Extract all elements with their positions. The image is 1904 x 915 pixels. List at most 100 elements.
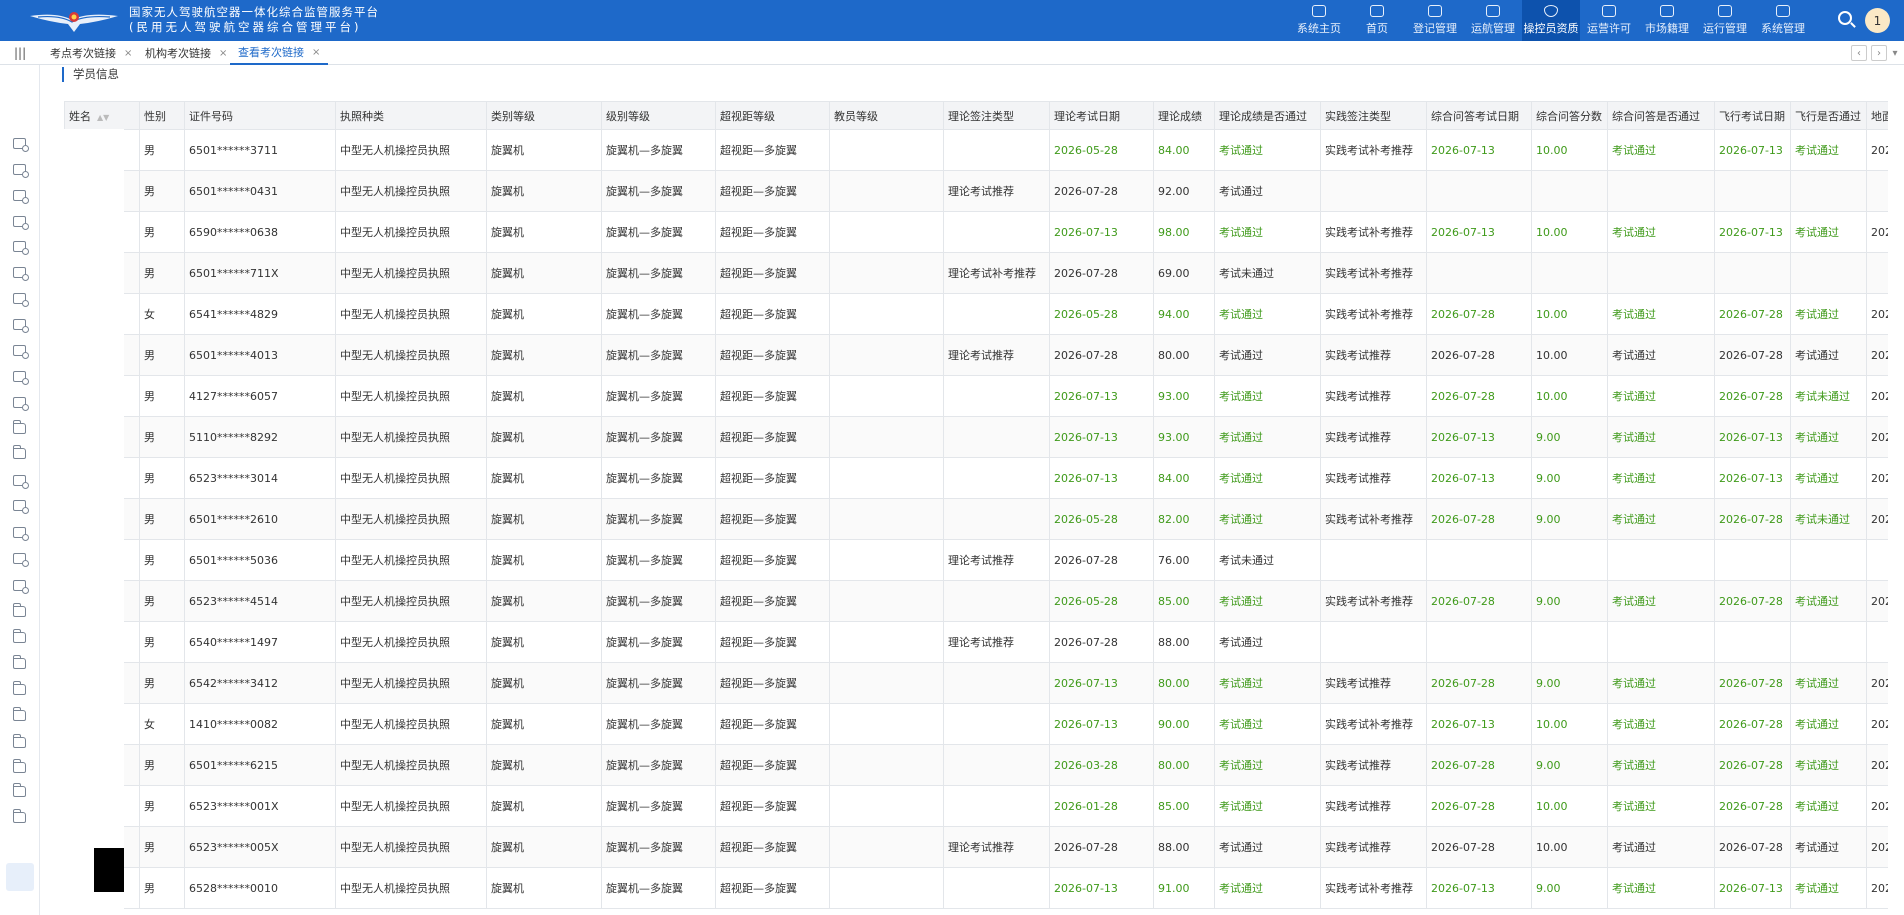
- folder-icon[interactable]: [13, 809, 26, 823]
- column-header[interactable]: 实践签注类型: [1320, 101, 1427, 130]
- tab-exam-site-link[interactable]: 考点考次链接 ×: [42, 41, 140, 65]
- folder-icon[interactable]: [13, 707, 26, 721]
- document-settings-icon[interactable]: [13, 500, 29, 514]
- nav-item-8[interactable]: 系统管理: [1754, 0, 1812, 41]
- tab-view-exam-link[interactable]: 查看考次链接 ×: [230, 41, 329, 65]
- tab-scroll-left-icon[interactable]: ‹: [1851, 45, 1867, 61]
- document-settings-icon[interactable]: [13, 475, 29, 489]
- table-cell: 2026-07-13: [1714, 867, 1791, 909]
- table-row[interactable]: 男 6523******005X 中型无人机操控员执照 旋翼机 旋翼机—多旋翼 超视距—多…: [64, 826, 1888, 868]
- tab-scroll-right-icon[interactable]: ›: [1871, 45, 1887, 61]
- table-row[interactable]: 男 6501******3711 中型无人机操控员执照 旋翼机 旋翼机—多旋翼 超视距—多…: [64, 129, 1888, 171]
- document-settings-icon[interactable]: [13, 319, 29, 333]
- table-row[interactable]: 男 5110******8292 中型无人机操控员执照 旋翼机 旋翼机—多旋翼 超视距—多…: [64, 416, 1888, 458]
- column-header[interactable]: 理论考试日期: [1049, 101, 1154, 130]
- folder-icon[interactable]: [13, 759, 26, 773]
- document-settings-icon[interactable]: [13, 164, 29, 178]
- table-row[interactable]: 男 6528******0010 中型无人机操控员执照 旋翼机 旋翼机—多旋翼 超视距—多…: [64, 867, 1888, 909]
- table-row[interactable]: 男 6501******711X 中型无人机操控员执照 旋翼机 旋翼机—多旋翼 超视距—多…: [64, 252, 1888, 294]
- column-header[interactable]: 综合问答考试日期: [1426, 101, 1532, 130]
- column-header[interactable]: 飞行是否通过: [1790, 101, 1867, 130]
- table-row[interactable]: 女 6541******4829 中型无人机操控员执照 旋翼机 旋翼机—多旋翼 超视距—多…: [64, 293, 1888, 335]
- table-row[interactable]: 男 6501******4013 中型无人机操控员执照 旋翼机 旋翼机—多旋翼 超视距—多…: [64, 334, 1888, 376]
- column-header[interactable]: 综合问答分数: [1531, 101, 1608, 130]
- sort-icon[interactable]: ▲▼: [97, 113, 109, 122]
- column-header[interactable]: 类别等级: [486, 101, 602, 130]
- table-cell: [829, 252, 944, 294]
- folder-icon[interactable]: [13, 445, 26, 459]
- caac-logo-icon: [30, 12, 118, 32]
- table-row[interactable]: 女 1410******0082 中型无人机操控员执照 旋翼机 旋翼机—多旋翼 超视距—多…: [64, 703, 1888, 745]
- column-header[interactable]: 理论成绩: [1153, 101, 1215, 130]
- folder-icon[interactable]: [13, 783, 26, 797]
- table-row[interactable]: 男 6590******0638 中型无人机操控员执照 旋翼机 旋翼机—多旋翼 超视距—多…: [64, 211, 1888, 253]
- nav-item-3[interactable]: 运航管理: [1464, 0, 1522, 41]
- document-settings-icon[interactable]: [13, 345, 29, 359]
- table-cell: 考试通过: [1214, 580, 1321, 622]
- column-header[interactable]: 综合问答是否通过: [1607, 101, 1715, 130]
- table-cell: 考试通过: [1607, 457, 1715, 499]
- table-row[interactable]: 男 4127******6057 中型无人机操控员执照 旋翼机 旋翼机—多旋翼 超视距—多…: [64, 375, 1888, 417]
- table-row[interactable]: 男 6501******6215 中型无人机操控员执照 旋翼机 旋翼机—多旋翼 超视距—多…: [64, 744, 1888, 786]
- table-cell: [829, 539, 944, 581]
- folder-icon[interactable]: [13, 629, 26, 643]
- column-header[interactable]: 教员等级: [829, 101, 944, 130]
- table-cell: [943, 498, 1050, 540]
- document-settings-icon[interactable]: [13, 553, 29, 567]
- document-settings-icon[interactable]: [13, 190, 29, 204]
- document-settings-icon[interactable]: [13, 293, 29, 307]
- nav-item-5[interactable]: 运营许可: [1580, 0, 1638, 41]
- search-icon[interactable]: [1838, 11, 1852, 25]
- table-cell: 旋翼机—多旋翼: [601, 621, 716, 663]
- document-settings-icon[interactable]: [13, 241, 29, 255]
- table-cell: 考试通过: [1214, 867, 1321, 909]
- table-cell: 考试通过: [1607, 211, 1715, 253]
- column-header[interactable]: 性别: [139, 101, 185, 130]
- table-row[interactable]: 男 6501******5036 中型无人机操控员执照 旋翼机 旋翼机—多旋翼 超视距—多…: [64, 539, 1888, 581]
- avatar[interactable]: 1: [1865, 8, 1890, 33]
- table-row[interactable]: 男 6501******2610 中型无人机操控员执照 旋翼机 旋翼机—多旋翼 超视距—多…: [64, 498, 1888, 540]
- table-row[interactable]: 男 6523******001X 中型无人机操控员执照 旋翼机 旋翼机—多旋翼 超视距—多…: [64, 785, 1888, 827]
- table-cell: 考试通过: [1790, 662, 1867, 704]
- tab-org-exam-link[interactable]: 机构考次链接 ×: [137, 41, 235, 65]
- document-settings-icon[interactable]: [13, 371, 29, 385]
- close-icon[interactable]: ×: [219, 48, 227, 59]
- folder-icon[interactable]: [13, 655, 26, 669]
- table-cell: 考试通过: [1214, 703, 1321, 745]
- tab-more-icon[interactable]: ▾: [1889, 45, 1901, 61]
- column-header[interactable]: 地面: [1866, 101, 1888, 130]
- column-header[interactable]: 执照种类: [335, 101, 487, 130]
- document-settings-icon[interactable]: [13, 397, 29, 411]
- table-row[interactable]: 男 6523******4514 中型无人机操控员执照 旋翼机 旋翼机—多旋翼 超视距—多…: [64, 580, 1888, 622]
- nav-item-6[interactable]: 市场籍理: [1638, 0, 1696, 41]
- table-row[interactable]: 男 6501******0431 中型无人机操控员执照 旋翼机 旋翼机—多旋翼 超视距—多…: [64, 170, 1888, 212]
- nav-item-7[interactable]: 运行管理: [1696, 0, 1754, 41]
- document-settings-icon[interactable]: [13, 580, 29, 594]
- table-row[interactable]: 男 6523******3014 中型无人机操控员执照 旋翼机 旋翼机—多旋翼 超视距—多…: [64, 457, 1888, 499]
- close-icon[interactable]: ×: [312, 47, 320, 58]
- nav-item-1[interactable]: 首页: [1348, 0, 1406, 41]
- column-header[interactable]: 证件号码: [184, 101, 336, 130]
- table-cell: 中型无人机操控员执照: [335, 170, 487, 212]
- folder-icon[interactable]: [13, 603, 26, 617]
- column-header[interactable]: 级别等级: [601, 101, 716, 130]
- table-row[interactable]: 男 6540******1497 中型无人机操控员执照 旋翼机 旋翼机—多旋翼 超视距—多…: [64, 621, 1888, 663]
- menu-toggle-icon[interactable]: |||: [14, 46, 26, 60]
- table-row[interactable]: 男 6542******3412 中型无人机操控员执照 旋翼机 旋翼机—多旋翼 超视距—多…: [64, 662, 1888, 704]
- nav-item-0[interactable]: 系统主页: [1290, 0, 1348, 41]
- document-settings-icon[interactable]: [13, 138, 29, 152]
- folder-icon[interactable]: [13, 734, 26, 748]
- document-settings-icon[interactable]: [13, 267, 29, 281]
- column-header[interactable]: 姓名 ▲▼: [64, 101, 140, 130]
- nav-item-4[interactable]: 操控员资质: [1522, 0, 1580, 41]
- nav-item-2[interactable]: 登记管理: [1406, 0, 1464, 41]
- column-header[interactable]: 理论签注类型: [943, 101, 1050, 130]
- folder-icon[interactable]: [13, 420, 26, 434]
- close-icon[interactable]: ×: [124, 48, 132, 59]
- column-header[interactable]: 飞行考试日期: [1714, 101, 1791, 130]
- folder-icon[interactable]: [13, 681, 26, 695]
- column-header[interactable]: 理论成绩是否通过: [1214, 101, 1321, 130]
- column-header[interactable]: 超视距等级: [715, 101, 830, 130]
- document-settings-icon[interactable]: [13, 527, 29, 541]
- document-settings-icon[interactable]: [13, 216, 29, 230]
